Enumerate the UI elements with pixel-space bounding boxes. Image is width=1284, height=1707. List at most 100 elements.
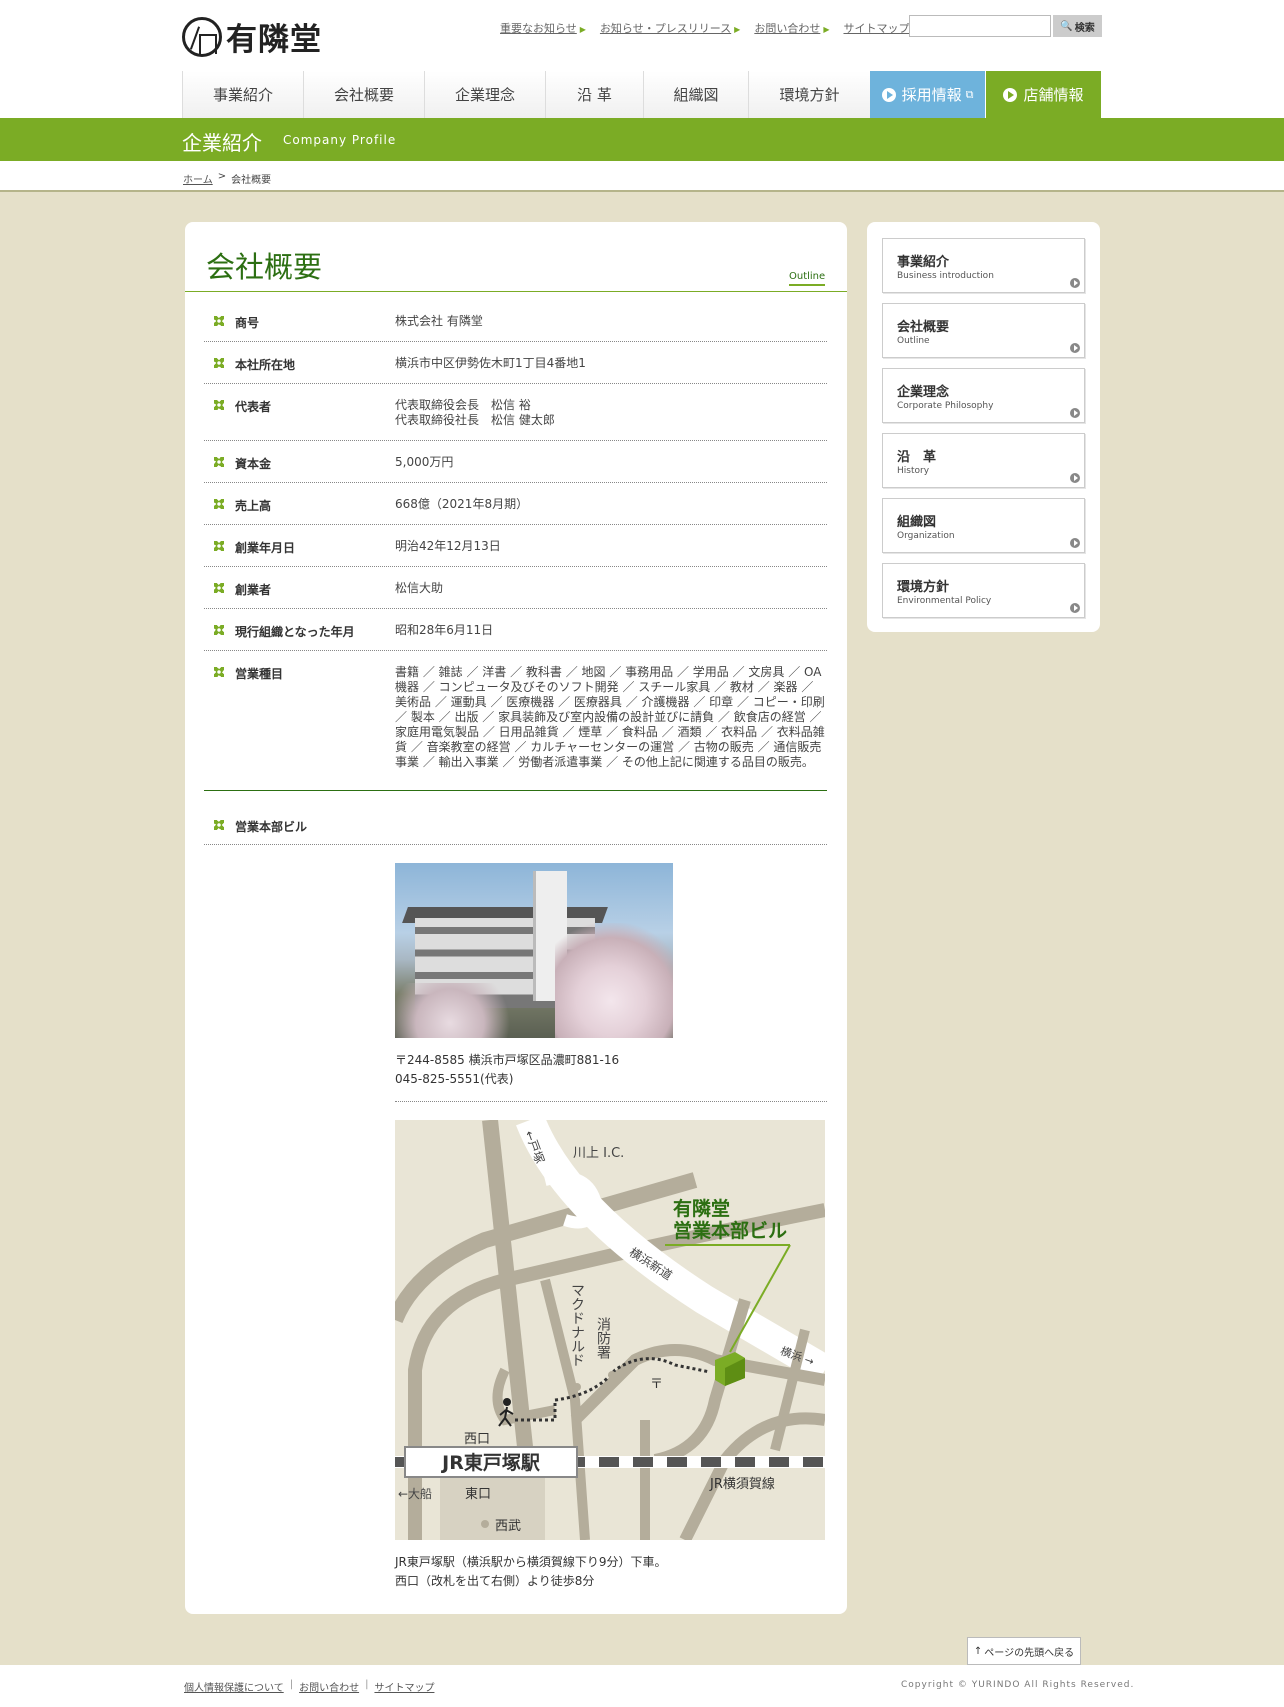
logo-text: 有隣堂 (226, 22, 322, 58)
row-value: 書籍 ／ 雑誌 ／ 洋書 ／ 教科書 ／ 地図 ／ 事務用品 ／ 学用品 ／ 文… (395, 665, 825, 769)
gnav-philosophy[interactable]: 企業理念 (424, 71, 545, 118)
sidebar-item-sublabel: Organization (897, 531, 955, 541)
sidebar-item-sublabel: Environmental Policy (897, 596, 992, 606)
row-label: 営業種目 (235, 667, 284, 681)
arrow-circle-icon (1070, 473, 1080, 483)
logo-mark-icon (182, 16, 222, 57)
representative-chairman: 代表取締役会長 松信 裕 (395, 398, 531, 412)
gnav-outline[interactable]: 会社概要 (303, 71, 424, 118)
row-label: 創業年月日 (235, 541, 296, 555)
info-row-current-organization: 現行組織となった年月 昭和28年6月11日 (204, 609, 827, 651)
sidebar-item-label: 会社概要 (897, 320, 950, 335)
site-header: 有隣堂 重要なお知らせ ▶ お知らせ・プレスリリース ▶ お問い合わせ ▶ サイトマッ… (0, 0, 1284, 118)
arrow-circle-icon (1070, 343, 1080, 353)
info-row-business-lines: 営業種目 書籍 ／ 雑誌 ／ 洋書 ／ 教科書 ／ 地図 ／ 事務用品 ／ 学用… (204, 651, 827, 791)
sidebar-item-outline[interactable]: 会社概要 Outline (882, 303, 1085, 358)
gnav-business[interactable]: 事業紹介 (182, 71, 303, 118)
gnav-environment[interactable]: 環境方針 (748, 71, 870, 118)
bullet-icon (214, 499, 224, 509)
gnav-shop[interactable]: 店舗情報 (985, 71, 1101, 118)
arrow-up-icon: ↑ (973, 1645, 983, 1657)
gnav-organization[interactable]: 組織図 (643, 71, 748, 118)
bullet-icon (214, 457, 224, 467)
utility-link-important-notice[interactable]: 重要なお知らせ (500, 22, 577, 35)
bullet-icon (214, 583, 224, 593)
hq-postal-address: 〒244-8585 横浜市戸塚区品濃町881-16 (395, 1053, 620, 1067)
arrow-right-icon: ▶ (579, 25, 586, 34)
utility-link-press-release[interactable]: お知らせ・プレスリリース (600, 22, 731, 35)
utility-link-contact[interactable]: お問い合わせ (754, 22, 820, 35)
footer-link-contact[interactable]: お問い合わせ (299, 1679, 359, 1694)
arrow-right-icon: ▶ (823, 25, 830, 34)
row-value: 松信大助 (395, 581, 444, 595)
breadcrumb-home[interactable]: ホーム (183, 171, 213, 186)
row-value: 昭和28年6月11日 (395, 623, 494, 637)
utility-nav: 重要なお知らせ▶ お知らせ・プレスリリース▶ お問い合わせ▶ サイトマップ▶ (500, 20, 919, 36)
info-row-founded: 創業年月日 明治42年12月13日 (204, 525, 827, 567)
main-heading-area: 会社概要 Outline (185, 222, 847, 292)
search-button[interactable]: 🔍 検索 (1053, 15, 1102, 37)
sidebar-item-history[interactable]: 沿 革 History (882, 433, 1085, 488)
sidebar-item-sublabel: History (897, 466, 930, 476)
access-line-1: JR東戸塚駅（横浜駅から横須賀線下り9分）下車。 (395, 1555, 667, 1569)
section-title: 企業紹介 (182, 131, 262, 155)
info-row-founder: 創業者 松信大助 (204, 567, 827, 609)
bullet-icon (214, 667, 224, 677)
info-row-capital: 資本金 5,000万円 (204, 441, 827, 483)
sidebar-item-label: 沿 革 (897, 450, 937, 465)
info-row-hq-building: 営業本部ビル (204, 804, 827, 845)
sidebar-item-organization[interactable]: 組織図 Organization (882, 498, 1085, 553)
footer-link-sitemap[interactable]: サイトマップ (374, 1679, 434, 1694)
breadcrumb: ホーム > 会社概要 (0, 161, 1284, 192)
search-input[interactable] (909, 15, 1051, 37)
back-to-top-label: ページの先頭へ戻る (984, 1647, 1075, 1659)
bullet-icon (214, 400, 224, 410)
search-icon: 🔍 (1060, 20, 1073, 32)
gnav-shop-label: 店舗情報 (1023, 86, 1084, 104)
row-value: 明治42年12月13日 (395, 539, 501, 553)
map-label-kawakami-ic: 川上 I.C. (573, 1146, 625, 1161)
sidebar-item-sublabel: Business introduction (897, 271, 994, 281)
access-map: 有隣堂 営業本部ビル ←戸塚 川上 I.C. 横浜新道 マクドナルド 消防署 横… (395, 1120, 825, 1540)
gnav-history[interactable]: 沿 革 (545, 71, 643, 118)
footer-links: 個人情報保護について | お問い合わせ | サイトマップ (184, 1679, 434, 1694)
map-label-mcdonalds: マクドナルド (569, 1283, 585, 1367)
sidebar-item-label: 企業理念 (897, 385, 950, 400)
copyright: Copyright © YURINDO All Rights Reserved. (901, 1680, 1135, 1690)
gnav-recruit[interactable]: 採用情報 ⧉ (870, 71, 985, 118)
hq-address: 〒244-8585 横浜市戸塚区品濃町881-16 045-825-5551(代… (395, 1051, 619, 1089)
search-button-label: 検索 (1074, 22, 1095, 34)
footer-link-privacy[interactable]: 個人情報保護について (184, 1679, 284, 1694)
sidebar: 事業紹介 Business introduction 会社概要 Outline … (867, 222, 1100, 632)
info-row-representative: 代表者 代表取締役会長 松信 裕 代表取締役社長 松信 健太郎 (204, 384, 827, 441)
row-label: 代表者 (235, 400, 272, 414)
hq-phone: 045-825-5551(代表) (395, 1072, 514, 1086)
outline-label: Outline (789, 271, 826, 286)
logo[interactable]: 有隣堂 (182, 14, 322, 59)
back-to-top-button[interactable]: ↑ ページの先頭へ戻る (967, 1637, 1081, 1665)
sidebar-item-philosophy[interactable]: 企業理念 Corporate Philosophy (882, 368, 1085, 423)
section-subtitle: Company Profile (283, 133, 397, 147)
bullet-icon (214, 541, 224, 551)
map-label-station: JR東戸塚駅 (442, 1452, 540, 1474)
map-label-seibu: 西武 (495, 1519, 522, 1534)
info-row-head-office: 本社所在地 横浜市中区伊勢佐木町1丁目4番地1 (204, 342, 827, 384)
sidebar-item-business[interactable]: 事業紹介 Business introduction (882, 238, 1085, 293)
utility-link-sitemap[interactable]: サイトマップ (843, 22, 909, 35)
row-label: 資本金 (235, 457, 272, 471)
arrow-circle-icon (1070, 408, 1080, 418)
play-circle-icon (881, 87, 896, 102)
row-value: 5,000万円 (395, 455, 454, 469)
arrow-circle-icon (1070, 278, 1080, 288)
bullet-icon (214, 316, 224, 326)
access-info: JR東戸塚駅（横浜駅から横須賀線下り9分）下車。 西口（改札を出て右側）より徒歩… (395, 1553, 667, 1591)
row-label: 売上高 (235, 499, 272, 513)
arrow-circle-icon (1070, 538, 1080, 548)
row-value: 代表取締役会長 松信 裕 代表取締役社長 松信 健太郎 (395, 398, 827, 428)
sidebar-item-label: 組織図 (897, 515, 937, 530)
map-building-label: 有隣堂 営業本部ビル (673, 1198, 787, 1242)
breadcrumb-separator: > (217, 171, 227, 182)
map-label-fire-station: 消防署 (595, 1317, 611, 1359)
sidebar-item-environment[interactable]: 環境方針 Environmental Policy (882, 563, 1085, 618)
row-label: 営業本部ビル (235, 820, 308, 834)
